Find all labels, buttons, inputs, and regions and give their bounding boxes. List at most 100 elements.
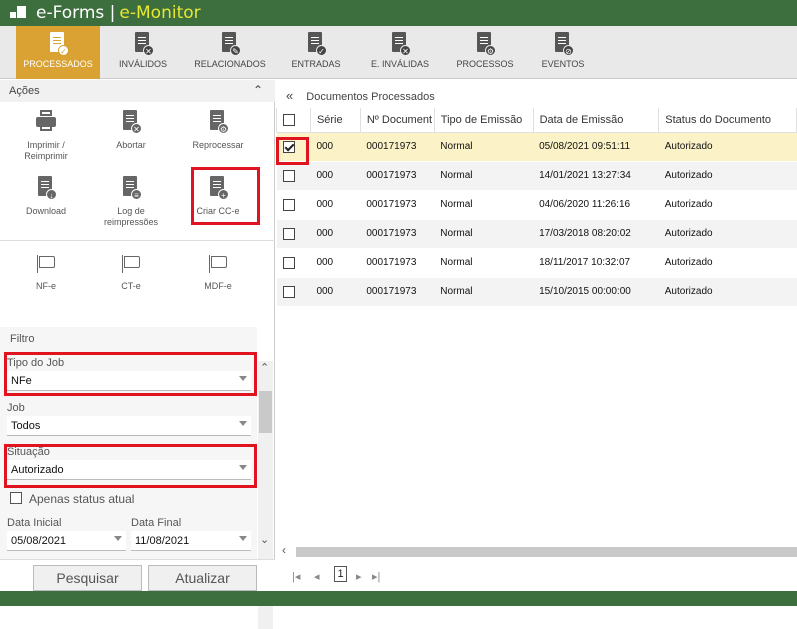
cell-status: Autorizado <box>658 132 797 162</box>
toolbar-e-invalidas[interactable]: ✕ E. INVÁLIDAS <box>364 26 436 79</box>
cell-serie: 000 <box>310 161 361 191</box>
atualizar-button[interactable]: Atualizar <box>148 565 257 591</box>
doc-download-icon: ↓ <box>35 176 57 200</box>
doc-download-check-icon: ✓ <box>305 32 327 56</box>
documents-table: Série Nº Document Tipo de Emissão Data d… <box>276 108 797 307</box>
chevron-down-icon <box>239 536 247 541</box>
table-row[interactable]: 000 000171973 Normal 15/10/2015 00:00:00 Aut… <box>276 277 797 307</box>
table-row[interactable]: 000 000171973 Normal 14/01/2021 13:27:34 Aut… <box>276 161 797 191</box>
select-all-checkbox[interactable] <box>283 113 295 126</box>
toolbar-label: PROCESSADOS <box>23 59 93 69</box>
action-abortar[interactable]: ✕ Abortar <box>91 110 171 151</box>
col-serie[interactable]: Série <box>309 108 361 133</box>
action-download[interactable]: ↓ Download <box>6 176 86 217</box>
collapse-chevron-icon[interactable]: ⌃ <box>253 83 263 97</box>
apenas-status-checkbox[interactable] <box>10 492 22 504</box>
cell-serie: 000 <box>310 277 361 307</box>
cell-status: Autorizado <box>658 190 797 220</box>
table-header-row: Série Nº Document Tipo de Emissão Data d… <box>276 108 797 133</box>
col-tipo-emissao[interactable]: Tipo de Emissão <box>433 108 534 133</box>
toolbar-entradas[interactable]: ✓ ENTRADAS <box>287 26 345 79</box>
toolbar-relacionados[interactable]: ✎ RELACIONADOS <box>191 26 269 79</box>
first-page-icon[interactable]: |◂ <box>292 570 300 583</box>
cell-serie: 000 <box>310 190 361 220</box>
cell-status: Autorizado <box>658 248 797 278</box>
toolbar-invalidos[interactable]: ✕ INVÁLIDOS <box>110 26 176 79</box>
left-panel: Ações ⌃ Imprimir / Reimprimir ✕ Abortar … <box>0 80 275 629</box>
prev-page-icon[interactable]: ◂ <box>314 570 320 583</box>
highlight-row-checkbox <box>276 137 309 165</box>
table-row[interactable]: 000 000171973 Normal 04/06/2020 11:26:16 Aut… <box>276 190 797 220</box>
next-page-icon[interactable]: ▸ <box>356 570 362 583</box>
last-page-icon[interactable]: ▸| <box>372 570 380 583</box>
row-select-cell[interactable] <box>276 248 311 278</box>
highlight-tipo-job <box>4 352 257 396</box>
action-cte[interactable]: CT-e <box>91 255 171 292</box>
printer-icon <box>35 110 57 134</box>
row-checkbox[interactable] <box>282 285 295 298</box>
row-select-cell[interactable] <box>276 277 311 307</box>
flag-icon <box>121 255 141 273</box>
doc-gear-icon: ⚙ <box>474 32 496 56</box>
main-toolbar: ✓ PROCESSADOS ✕ INVÁLIDOS ✎ RELACIONADOS… <box>0 26 797 79</box>
scroll-left-icon[interactable]: ‹ <box>282 543 286 557</box>
chevron-down-icon <box>114 536 122 541</box>
cell-data: 05/08/2021 09:51:11 <box>533 132 659 162</box>
eforms-logo-icon <box>10 4 30 22</box>
toolbar-processados[interactable]: ✓ PROCESSADOS <box>16 26 100 79</box>
collapse-left-icon[interactable]: « <box>286 88 293 103</box>
select-all-header[interactable] <box>276 108 311 133</box>
action-label: Download <box>25 206 67 216</box>
job-select[interactable]: Todos <box>7 416 251 436</box>
table-row[interactable]: 000 000171973 Normal 05/08/2021 09:51:11 Aut… <box>276 132 797 162</box>
cell-tipo: Normal <box>434 277 534 307</box>
chevron-down-icon <box>239 421 247 426</box>
scroll-down-icon[interactable]: ⌄ <box>260 533 269 546</box>
data-inicial-value: 05/08/2021 <box>11 535 67 547</box>
data-final-picker[interactable]: 11/08/2021 <box>131 531 251 551</box>
col-numero[interactable]: Nº Document <box>359 108 435 133</box>
acoes-title: Ações <box>9 85 40 97</box>
row-checkbox[interactable] <box>282 256 295 269</box>
doc-download-x-icon: ✕ <box>389 32 411 56</box>
col-status[interactable]: Status do Documento <box>658 108 797 133</box>
job-label: Job <box>7 402 25 414</box>
row-checkbox[interactable] <box>282 169 295 182</box>
table-row[interactable]: 000 000171973 Normal 18/11/2017 10:32:07 Aut… <box>276 248 797 278</box>
action-log-reimpressoes[interactable]: ≡ Log de reimpressões <box>91 176 171 228</box>
data-inicial-picker[interactable]: 05/08/2021 <box>7 531 126 551</box>
action-mdfe[interactable]: MDF-e <box>178 255 258 292</box>
action-label: Imprimir / Reimprimir <box>24 140 68 161</box>
page-number[interactable]: 1 <box>334 566 347 582</box>
pesquisar-button[interactable]: Pesquisar <box>33 565 142 591</box>
cell-data: 14/01/2021 13:27:34 <box>533 161 659 191</box>
row-select-cell[interactable] <box>276 219 311 249</box>
action-reprocessar[interactable]: ⚙ Reprocessar <box>178 110 258 151</box>
table-hscrollbar[interactable]: ‹ <box>276 543 797 559</box>
acoes-header: Ações ⌃ <box>0 80 275 102</box>
pager: |◂ ◂ 1 ▸ ▸| <box>276 561 797 591</box>
row-select-cell[interactable] <box>276 161 311 191</box>
doc-blocked-icon: ⊘ <box>552 32 574 56</box>
doc-pencil-icon: ✎ <box>219 32 241 56</box>
data-inicial-label: Data Inicial <box>7 517 62 529</box>
scroll-up-icon[interactable]: ⌃ <box>260 361 269 374</box>
toolbar-processos[interactable]: ⚙ PROCESSOS <box>452 26 518 79</box>
col-data-emissao[interactable]: Data de Emissão <box>532 108 660 133</box>
hscroll-thumb[interactable] <box>296 547 797 557</box>
row-checkbox[interactable] <box>282 198 295 211</box>
row-checkbox[interactable] <box>282 227 295 240</box>
cell-data: 04/06/2020 11:26:16 <box>533 190 659 220</box>
toolbar-eventos[interactable]: ⊘ EVENTOS <box>530 26 596 79</box>
cell-numero: 000171973 <box>360 219 435 249</box>
row-select-cell[interactable] <box>276 190 311 220</box>
scrollbar-thumb[interactable] <box>259 391 272 433</box>
cell-serie: 000 <box>310 248 361 278</box>
action-imprimir[interactable]: Imprimir / Reimprimir <box>6 110 86 162</box>
cell-numero: 000171973 <box>360 248 435 278</box>
toolbar-label: EVENTOS <box>541 59 585 69</box>
action-nfe[interactable]: NF-e <box>6 255 86 292</box>
cell-data: 17/03/2018 08:20:02 <box>533 219 659 249</box>
documents-panel: « Documentos Processados Série Nº Docume… <box>276 80 797 591</box>
table-row[interactable]: 000 000171973 Normal 17/03/2018 08:20:02 Aut… <box>276 219 797 249</box>
